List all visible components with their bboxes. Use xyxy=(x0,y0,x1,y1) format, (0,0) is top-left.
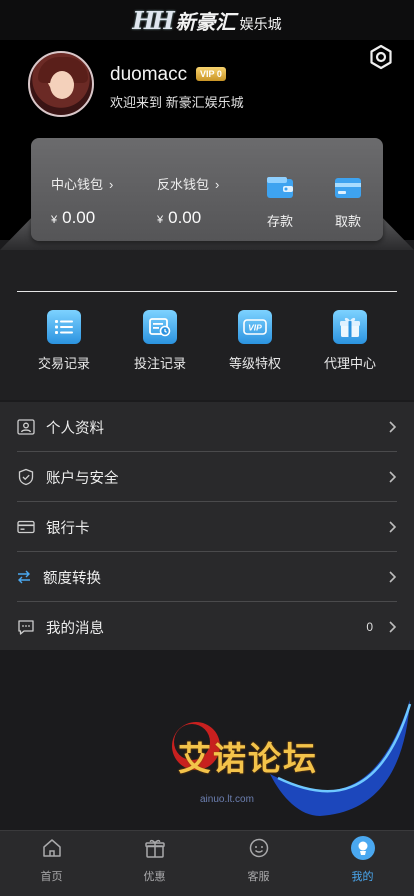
id-card-icon xyxy=(17,419,35,435)
chevron-right-icon: › xyxy=(109,177,114,192)
tab-label: 我的 xyxy=(351,871,374,883)
gift-icon xyxy=(333,310,367,344)
chevron-right-icon xyxy=(389,471,397,483)
menu-item-label: 账户与安全 xyxy=(46,470,119,487)
menu-item-messages[interactable]: 我的消息 0 xyxy=(17,602,397,652)
username: duomacc xyxy=(110,64,188,85)
center-wallet[interactable]: 中心钱包 › ¥0.00 xyxy=(51,174,113,228)
vip-icon: VIP xyxy=(238,310,272,344)
tab-label: 客服 xyxy=(247,871,270,883)
chevron-right-icon: › xyxy=(215,177,220,192)
tab-label: 优惠 xyxy=(143,871,166,883)
tab-support[interactable]: 客服 xyxy=(207,831,310,896)
settings-menu: 个人资料 账户与安全 银行卡 额度转换 我的消息 0 xyxy=(0,402,414,650)
rebate-wallet[interactable]: 反水钱包 › ¥0.00 xyxy=(157,174,219,228)
menu-item-bank-card[interactable]: 银行卡 xyxy=(17,502,397,552)
bet-record-icon xyxy=(143,310,177,344)
withdraw-label: 取款 xyxy=(334,214,361,229)
home-icon xyxy=(42,839,61,857)
deposit-button[interactable]: 存款 xyxy=(260,176,300,230)
quick-links-panel: 交易记录 投注记录 VIP 等级特权 代理中心 xyxy=(0,250,414,400)
tab-home[interactable]: 首页 xyxy=(0,831,103,896)
center-wallet-label: 中心钱包 xyxy=(51,177,104,192)
quick-link-label: 投注记录 xyxy=(133,356,186,371)
message-icon xyxy=(18,620,34,635)
tab-label: 首页 xyxy=(40,871,63,883)
quick-link-transactions[interactable]: 交易记录 xyxy=(19,310,109,372)
menu-item-security[interactable]: 账户与安全 xyxy=(17,452,397,502)
logo-suffix: 娱乐城 xyxy=(239,15,282,32)
list-icon xyxy=(47,310,81,344)
tab-profile[interactable]: 我的 xyxy=(311,831,414,896)
currency-symbol: ¥ xyxy=(157,214,164,226)
shield-icon xyxy=(18,468,34,486)
menu-item-transfer[interactable]: 额度转换 xyxy=(17,552,397,602)
quick-link-label: 交易记录 xyxy=(37,356,90,371)
chevron-right-icon xyxy=(389,521,397,533)
wallet-icon xyxy=(267,177,293,198)
menu-item-label: 我的消息 xyxy=(46,620,104,637)
bottom-tab-bar: 首页 优惠 客服 我的 xyxy=(0,830,414,896)
watermark-text: 艾诺论坛 xyxy=(178,740,318,777)
tab-promotions[interactable]: 优惠 xyxy=(103,831,206,896)
vip-badge: VIP 0 xyxy=(196,67,226,81)
quick-link-label: 等级特权 xyxy=(228,356,281,371)
svg-text:VIP: VIP xyxy=(248,323,262,333)
transfer-icon xyxy=(18,570,30,584)
gift-icon xyxy=(144,839,165,858)
profile-icon xyxy=(350,836,375,860)
quick-link-bet-records[interactable]: 投注记录 xyxy=(115,310,205,372)
avatar-face xyxy=(50,71,74,99)
menu-item-profile[interactable]: 个人资料 xyxy=(17,402,397,452)
rebate-wallet-label: 反水钱包 xyxy=(157,177,210,192)
welcome-text: 欢迎来到 新豪汇娱乐城 xyxy=(110,95,244,110)
quick-link-vip[interactable]: VIP 等级特权 xyxy=(210,310,300,372)
divider xyxy=(17,291,397,292)
menu-item-label: 个人资料 xyxy=(46,420,104,437)
withdraw-button[interactable]: 取款 xyxy=(328,176,368,230)
quick-link-label: 代理中心 xyxy=(323,356,376,371)
rebate-wallet-amount: 0.00 xyxy=(168,208,202,227)
menu-item-label: 银行卡 xyxy=(46,520,90,537)
quick-link-agent[interactable]: 代理中心 xyxy=(305,310,395,372)
currency-symbol: ¥ xyxy=(51,214,58,226)
watermark: 艾诺论坛 ainuo.lt.com xyxy=(170,690,414,820)
top-bar: HH 新豪汇 娱乐城 xyxy=(0,0,414,40)
brand-logo: HH 新豪汇 娱乐城 xyxy=(132,6,281,35)
chevron-right-icon xyxy=(389,571,397,583)
logo-name: 新豪汇 xyxy=(175,11,236,34)
support-icon xyxy=(249,838,268,858)
card-icon xyxy=(335,178,361,198)
watermark-url: ainuo.lt.com xyxy=(200,794,254,805)
logo-mark: HH xyxy=(132,5,174,35)
unread-count: 0 xyxy=(366,620,373,634)
deposit-label: 存款 xyxy=(266,214,293,229)
chevron-right-icon xyxy=(389,421,397,433)
wallet-card: 中心钱包 › ¥0.00 反水钱包 › ¥0.00 存款 取款 xyxy=(31,138,383,241)
card-icon xyxy=(17,520,35,534)
menu-item-label: 额度转换 xyxy=(43,570,101,587)
center-wallet-amount: 0.00 xyxy=(62,208,96,227)
avatar[interactable] xyxy=(28,51,94,117)
gear-icon[interactable] xyxy=(368,44,394,70)
chevron-right-icon xyxy=(389,621,397,633)
